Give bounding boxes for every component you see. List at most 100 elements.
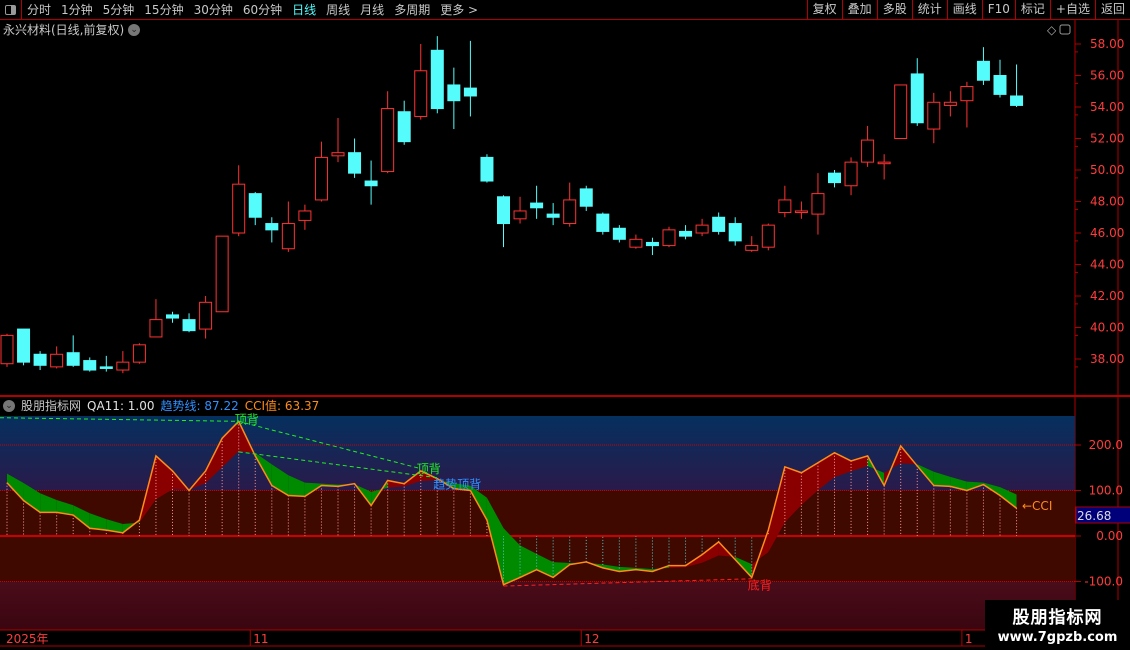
candle-down [182,319,196,332]
candle-down [430,49,444,110]
candle-down [612,227,626,240]
price-tick-label: 52.00 [1090,132,1124,146]
candle-up [894,84,908,139]
candle-down [596,213,610,232]
watermark-title: 股朋指标网 [1012,608,1103,628]
panel-icon [1059,24,1071,35]
candle-down [99,366,113,369]
indicator-tick-label: 200.0 [1089,438,1123,452]
candle-down [546,213,560,218]
diamond-icon: ◇ [1047,23,1057,37]
chart-canvas[interactable]: ◇ 58.00 56.00 54.00 52.00 50.00 48.00 46.00 44.0… [0,0,1130,650]
candle-down [348,152,362,174]
indicator-tick-label: -100.0 [1084,575,1123,589]
signal-label: 底背 [748,577,772,592]
candle-down [712,216,726,232]
candle-up [877,161,891,165]
chevron-down-icon[interactable]: ⌄ [3,399,15,412]
signal-label: 顶背 [235,412,259,426]
candle-down [33,353,47,366]
candle-down [480,156,494,182]
candle-up [794,210,808,214]
candle-down [828,172,841,184]
candle-up [844,161,858,187]
candle-up [414,70,428,117]
candle-down [579,188,593,207]
price-tick-label: 54.00 [1090,100,1124,114]
date-label: 11 [253,632,268,646]
candle-down [265,223,279,231]
candle-up [662,229,676,247]
candle-down [83,360,97,371]
price-tick-label: 58.00 [1090,37,1124,51]
candle-up [381,108,395,173]
candle-up [50,353,64,368]
candle-up [811,193,825,215]
indicator-tick-label: 0.00 [1096,529,1123,543]
candle-down [463,87,477,97]
candle-down [248,193,262,218]
candle-down [497,196,510,225]
candle-up [513,210,527,220]
candle-up [116,361,130,371]
candle-up [215,235,229,313]
indicator-header: ⌄ 股朋指标网 QA11: 1.00 趋势线: 87.22 CCI值: 63.3… [3,397,319,414]
candle-up [298,210,312,221]
candle-down [910,73,924,124]
price-tick-label: 44.00 [1090,258,1124,272]
candle-down [1010,95,1024,106]
candle-up [927,101,941,130]
trend-label: 趋势线: [160,399,201,413]
price-tick-label: 42.00 [1090,289,1124,303]
price-tick-label: 50.00 [1090,163,1124,177]
candle-down [17,328,31,363]
price-tick-label: 46.00 [1090,226,1124,240]
candle-down [166,314,179,319]
candle-down [530,202,544,209]
candle-up [861,139,875,163]
watermark: 股朋指标网 www.7gpzb.com [985,600,1130,650]
candle-up [761,224,775,248]
candle-up [943,101,957,106]
price-tick-label: 48.00 [1090,195,1124,209]
candle-up [629,238,643,248]
cci-tag: ←CCI [1022,499,1052,513]
candle-up [695,224,709,234]
candle-up [232,183,246,234]
cci-value: 63.37 [284,399,320,413]
candle-up [778,199,792,214]
oversold-zone [0,581,1075,630]
candle-down [447,84,461,102]
candle-up [960,86,974,102]
date-label: 1 [965,632,973,646]
indicator-name: 股朋指标网 [21,399,82,413]
price-tick-label: 38.00 [1090,352,1124,366]
candle-up [563,199,577,225]
candle-down [364,180,378,187]
candle-down [976,60,990,81]
candle-up [132,344,146,363]
current-value: 26.68 [1077,509,1111,523]
price-tick-label: 56.00 [1090,69,1124,83]
candle-up [149,319,163,338]
candle-down [397,111,411,143]
candle-up [314,156,328,201]
candle-up [0,334,14,365]
watermark-url: www.7gpzb.com [997,630,1118,645]
signal-label: 趋势顶背 [433,478,481,492]
candle-up [199,301,213,330]
candle-down [993,75,1007,95]
cci-label: CCI值: [244,399,282,413]
candle-down [728,223,742,242]
candle-up [281,223,295,250]
candle-up [745,245,759,251]
price-tick-label: 40.00 [1090,321,1124,335]
date-label: 12 [584,632,599,646]
trend-value: 87.22 [204,399,239,413]
signal-label: 顶背 [417,462,441,476]
candle-down [679,230,693,237]
candle-down [66,352,80,366]
candle-up [331,152,345,157]
date-label: 2025年 [6,632,49,646]
indicator-tick-label: 100.0 [1089,484,1123,498]
